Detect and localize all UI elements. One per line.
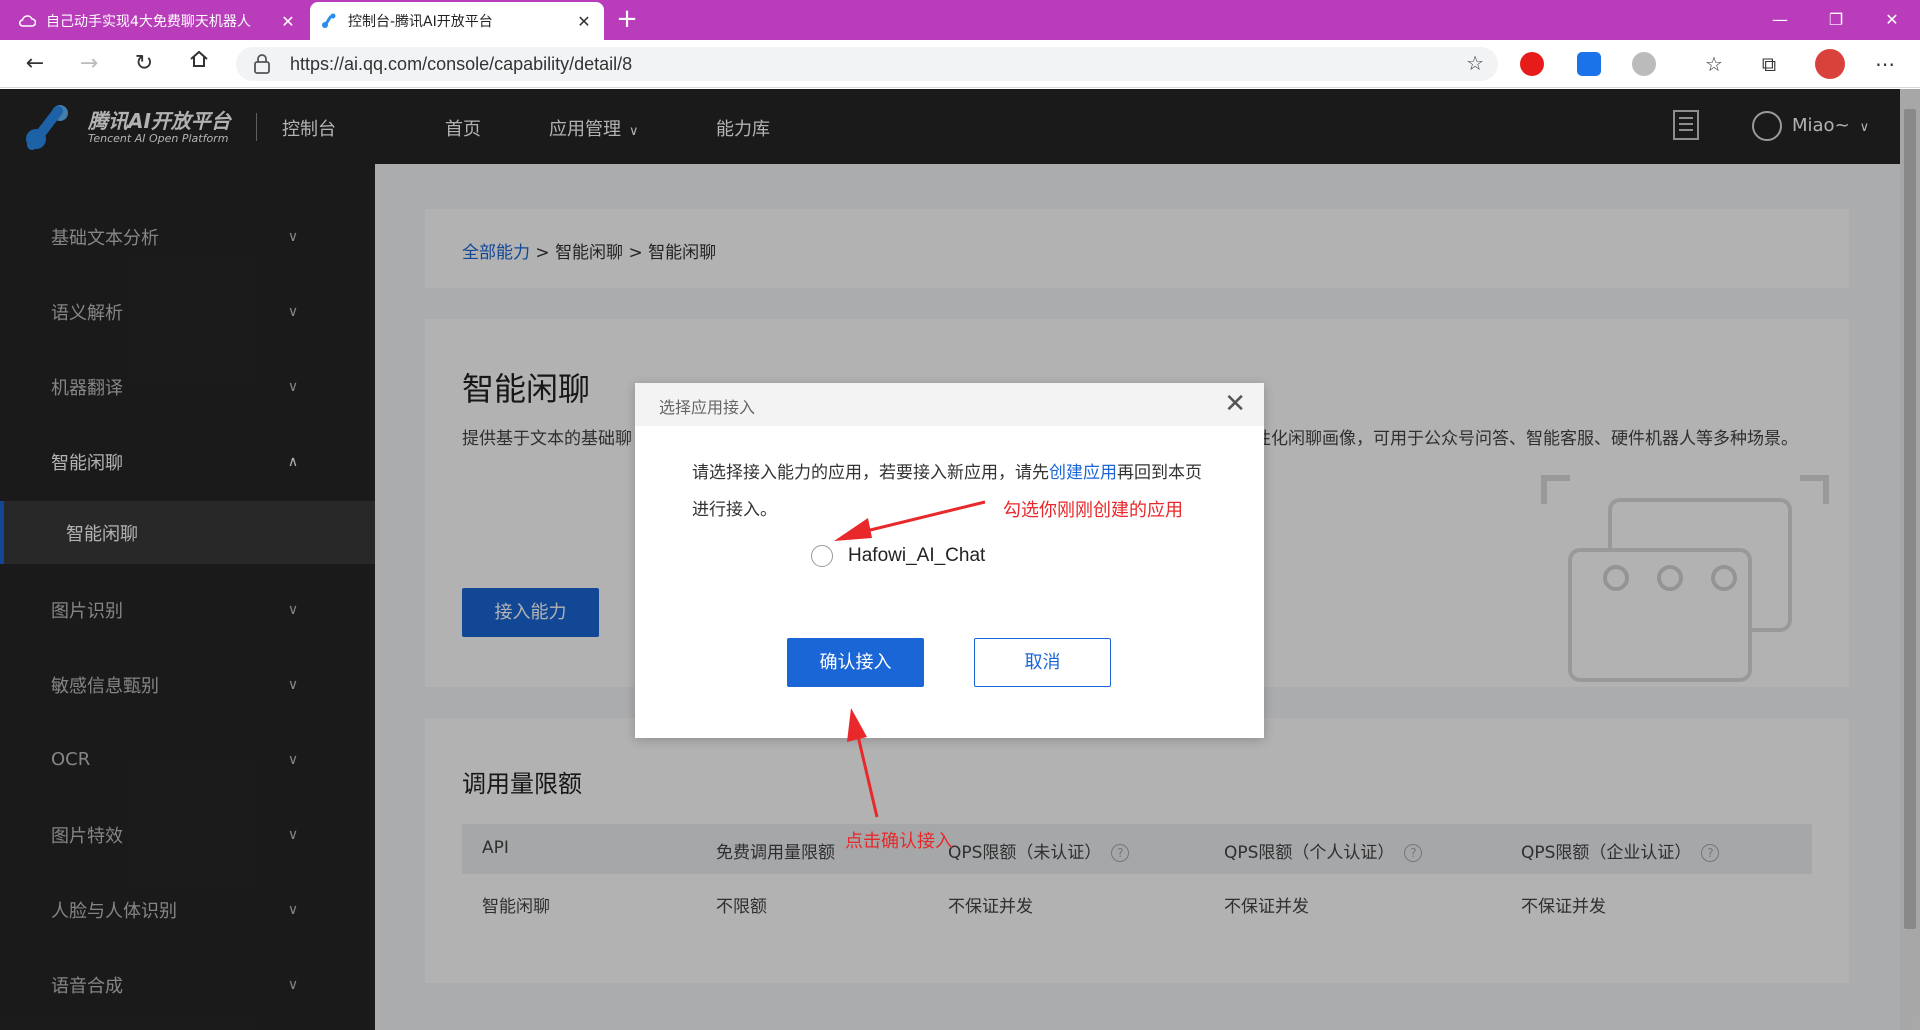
- browser-tab-bar: 自己动手实现4大免费聊天机器人 ✕ 控制台-腾讯AI开放平台 ✕ + — ❐ ✕: [0, 0, 1920, 40]
- create-app-link[interactable]: 创建应用: [1049, 463, 1117, 483]
- app-option-label[interactable]: Hafowi_AI_Chat: [848, 545, 985, 567]
- dialog-title: 选择应用接入: [659, 398, 756, 417]
- favorites-icon[interactable]: ☆: [1697, 48, 1731, 80]
- select-app-annotation: 勾选你刚刚创建的应用: [1003, 500, 1183, 521]
- url-text: https://ai.qq.com/console/capability/det…: [290, 54, 633, 74]
- dialog-text: 请选择接入能力的应用，若要接入新应用，请先: [692, 463, 1049, 483]
- confirm-access-button[interactable]: 确认接入: [787, 638, 924, 687]
- tab-close-icon[interactable]: ✕: [278, 12, 298, 31]
- select-app-dialog: 选择应用接入 ✕ 请选择接入能力的应用，若要接入新应用，请先创建应用再回到本页进…: [635, 383, 1264, 738]
- tab-title: 控制台-腾讯AI开放平台: [348, 14, 493, 30]
- close-window-icon[interactable]: ✕: [1864, 0, 1920, 40]
- profile-avatar-icon[interactable]: [1815, 49, 1845, 79]
- close-icon[interactable]: ✕: [1224, 389, 1246, 419]
- new-tab-icon[interactable]: +: [612, 4, 642, 34]
- back-icon[interactable]: ←: [18, 48, 52, 80]
- lock-icon: [254, 54, 270, 74]
- forward-icon[interactable]: →: [72, 48, 106, 80]
- cloud-icon: [18, 15, 36, 27]
- extension-icon[interactable]: [1632, 52, 1656, 76]
- dialog-header: 选择应用接入 ✕: [635, 383, 1264, 426]
- browser-tab-active[interactable]: 控制台-腾讯AI开放平台 ✕: [310, 2, 604, 40]
- restore-icon[interactable]: ❐: [1808, 0, 1864, 40]
- reload-icon[interactable]: ↻: [127, 48, 161, 80]
- cancel-button[interactable]: 取消: [974, 638, 1111, 687]
- tencent-ai-favicon-icon: [322, 13, 336, 28]
- confirm-annotation: 点击确认接入: [845, 831, 953, 852]
- tab-title: 自己动手实现4大免费聊天机器人: [46, 14, 251, 30]
- home-icon[interactable]: [182, 48, 216, 80]
- address-bar-row: ← → ↻ https://ai.qq.com/console/capabili…: [0, 40, 1920, 88]
- opera-extension-icon[interactable]: [1520, 52, 1544, 76]
- translate-extension-icon[interactable]: [1577, 52, 1601, 76]
- favorite-star-icon[interactable]: ☆: [1466, 51, 1484, 75]
- url-field[interactable]: https://ai.qq.com/console/capability/det…: [236, 47, 1498, 81]
- window-controls: — ❐ ✕: [1752, 0, 1920, 40]
- tab-close-icon[interactable]: ✕: [574, 12, 594, 31]
- more-menu-icon[interactable]: ⋯: [1868, 48, 1902, 80]
- minimize-icon[interactable]: —: [1752, 0, 1808, 40]
- collections-icon[interactable]: ⧉: [1752, 48, 1786, 80]
- app-radio-button[interactable]: [811, 545, 833, 567]
- browser-tab-inactive[interactable]: 自己动手实现4大免费聊天机器人 ✕: [8, 2, 308, 40]
